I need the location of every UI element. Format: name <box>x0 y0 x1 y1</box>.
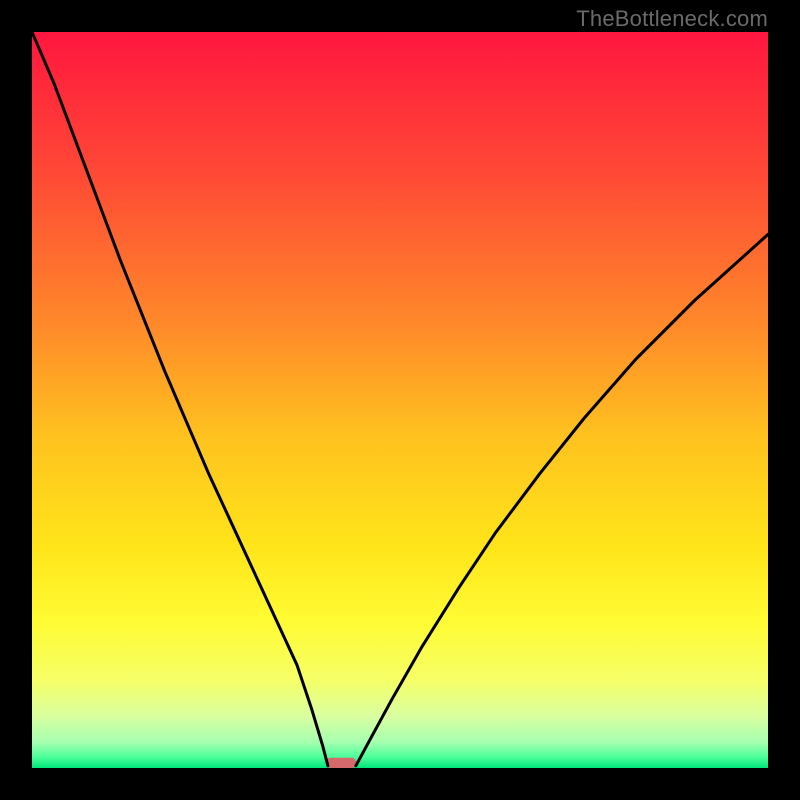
outer-black-frame: TheBottleneck.com <box>0 0 800 800</box>
plot-area <box>32 32 768 768</box>
bottleneck-marker <box>326 758 355 768</box>
watermark-text: TheBottleneck.com <box>576 6 768 32</box>
gradient-background <box>32 32 768 768</box>
chart-svg <box>32 32 768 768</box>
